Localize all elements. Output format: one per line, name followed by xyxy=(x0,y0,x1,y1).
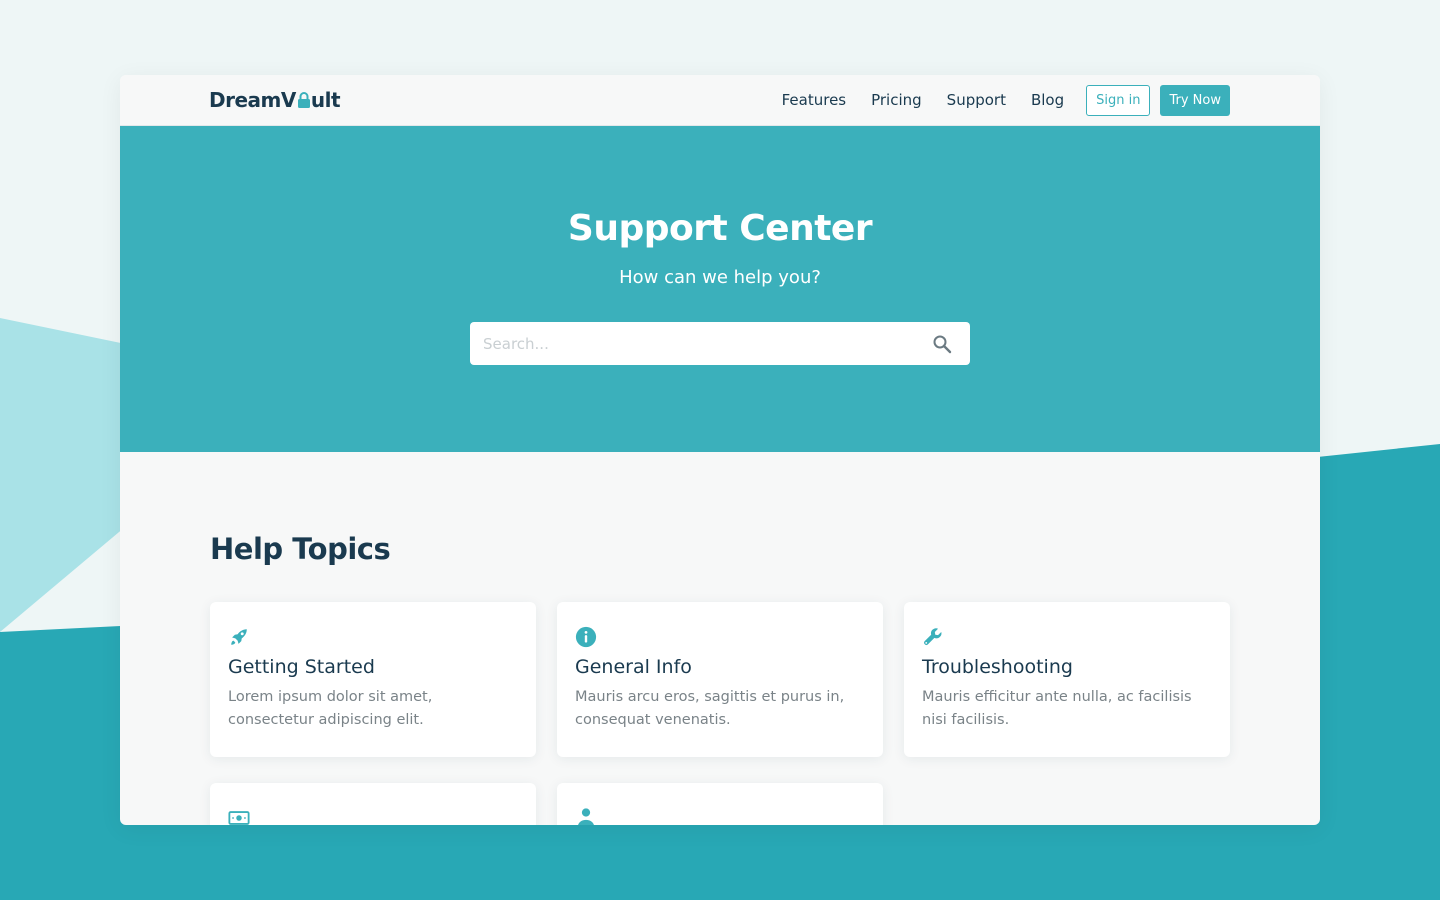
info-icon xyxy=(575,626,597,648)
rocket-icon xyxy=(231,629,247,645)
search-icon[interactable] xyxy=(932,334,952,354)
navbar: DreamV ult Features Pricing Support Blog… xyxy=(120,75,1320,126)
nav-link-features[interactable]: Features xyxy=(782,91,847,109)
lock-icon xyxy=(297,92,310,108)
topic-card-troubleshooting[interactable]: Troubleshooting Mauris efficitur ante nu… xyxy=(904,602,1230,757)
brand-logo[interactable]: DreamV ult xyxy=(209,88,341,112)
topic-card-account[interactable] xyxy=(557,783,883,825)
help-topics-section: Help Topics Getting Started Lorem ipsum … xyxy=(120,452,1320,825)
hero-section: Support Center How can we help you? xyxy=(120,126,1320,452)
nav-link-support[interactable]: Support xyxy=(947,91,1006,109)
topic-card-billing[interactable] xyxy=(210,783,536,825)
topic-description: Lorem ipsum dolor sit amet, consectetur … xyxy=(228,689,433,728)
nav-link-blog[interactable]: Blog xyxy=(1031,91,1064,109)
help-topics-grid: Getting Started Lorem ipsum dolor sit am… xyxy=(210,602,1230,825)
money-icon xyxy=(228,811,250,825)
nav-links: Features Pricing Support Blog Sign in Tr… xyxy=(782,84,1230,116)
topic-description: Mauris arcu eros, sagittis et purus in, … xyxy=(575,689,845,728)
page-title: Support Center xyxy=(567,208,873,249)
try-now-button[interactable]: Try Now xyxy=(1160,84,1230,116)
sign-in-button[interactable]: Sign in xyxy=(1086,84,1151,116)
wrench-icon xyxy=(924,628,942,645)
topic-card-general-info[interactable]: General Info Mauris arcu eros, sagittis … xyxy=(557,602,883,757)
nav-link-pricing[interactable]: Pricing xyxy=(871,91,922,109)
help-topics-title: Help Topics xyxy=(210,532,391,566)
search-input[interactable] xyxy=(483,334,932,353)
search-box xyxy=(470,322,970,365)
user-icon xyxy=(578,808,594,825)
browser-window: DreamV ult Features Pricing Support Blog… xyxy=(120,75,1320,825)
topic-title: Getting Started xyxy=(228,656,375,678)
topic-description: Mauris efficitur ante nulla, ac facilisi… xyxy=(922,689,1192,728)
topic-title: General Info xyxy=(575,656,692,678)
topic-card-getting-started[interactable]: Getting Started Lorem ipsum dolor sit am… xyxy=(210,602,536,757)
topic-title: Troubleshooting xyxy=(922,656,1073,678)
hero-subtitle: How can we help you? xyxy=(619,267,821,288)
